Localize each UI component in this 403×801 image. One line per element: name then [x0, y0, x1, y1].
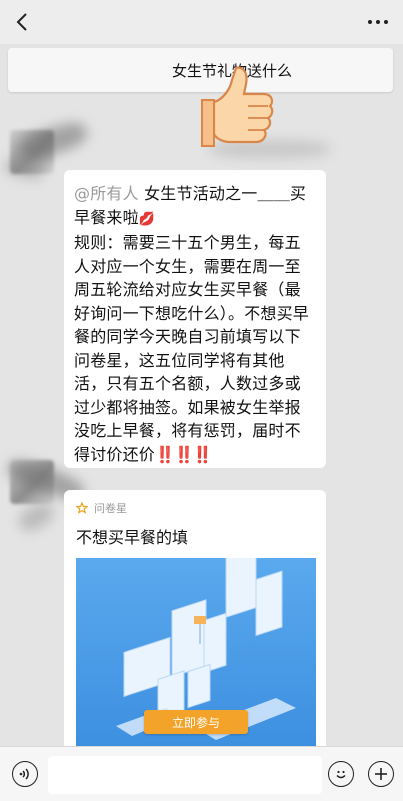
message-input[interactable]: [48, 756, 322, 794]
message-head: @所有人 女生节活动之一＿＿买早餐来啦💋: [74, 182, 316, 231]
emoji-button[interactable]: [328, 761, 354, 787]
input-bar: [0, 746, 403, 801]
message-bubble[interactable]: @所有人 女生节活动之一＿＿买早餐来啦💋 规则：需要三十五个男生，每五人对应一个…: [64, 170, 326, 468]
smiley-icon: [336, 770, 346, 779]
card-source: 问卷星: [76, 500, 127, 516]
plus-button[interactable]: [368, 761, 394, 787]
exclamation-emoji: ‼️‼️‼️: [155, 444, 213, 464]
mention-tag: @所有人: [74, 184, 139, 203]
card-title: 不想买早餐的填: [76, 528, 189, 547]
thumbs-up-icon: [201, 66, 274, 147]
lips-emoji: 💋: [138, 211, 156, 227]
message-body: 规则：需要三十五个男生，每五人对应一个女生，需要在周一至周五轮流给对应女生买早餐…: [74, 231, 316, 466]
card-source-name: 问卷星: [94, 502, 127, 515]
join-button[interactable]: 立即参与: [144, 710, 248, 734]
blur-smear: [14, 498, 58, 536]
voice-button[interactable]: [12, 761, 38, 787]
top-bar: [0, 0, 403, 44]
chevron-left-icon: [16, 13, 27, 31]
card-image: 立即参与: [76, 558, 316, 752]
survey-card[interactable]: 问卷星 不想买早餐的填 立即参与: [64, 490, 326, 752]
dot: [376, 20, 380, 24]
more-button[interactable]: [363, 10, 393, 34]
star-icon: [76, 502, 88, 514]
voice-icon: [19, 768, 29, 780]
plus-icon: [375, 768, 387, 780]
back-button[interactable]: [6, 4, 38, 40]
dot: [368, 20, 372, 24]
dot: [384, 20, 388, 24]
message-body-text: 规则：需要三十五个男生，每五人对应一个女生，需要在周一至周五轮流给对应女生买早餐…: [74, 233, 310, 464]
